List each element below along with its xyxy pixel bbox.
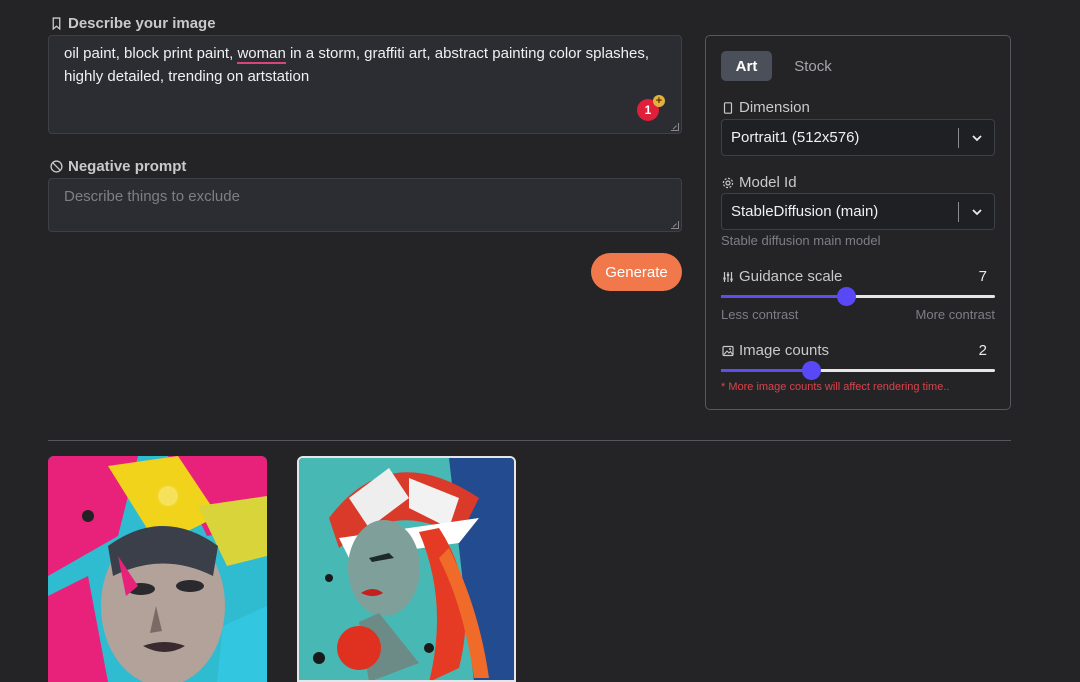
model-select[interactable]: StableDiffusion (main) bbox=[721, 193, 995, 230]
resize-handle[interactable] bbox=[671, 123, 679, 131]
prompt-label: Describe your image bbox=[50, 15, 216, 32]
dimension-label: Dimension bbox=[722, 99, 810, 116]
image-counts-warning: * More image counts will affect renderin… bbox=[721, 381, 950, 393]
image-icon bbox=[722, 345, 734, 356]
image-counts-value: 2 bbox=[978, 342, 987, 359]
model-hint: Stable diffusion main model bbox=[721, 233, 881, 248]
generate-button[interactable]: Generate bbox=[591, 253, 682, 291]
image-counts-slider-thumb[interactable] bbox=[802, 361, 822, 380]
chevron-down-icon[interactable] bbox=[970, 131, 984, 145]
portrait-icon bbox=[723, 101, 733, 114]
select-separator bbox=[958, 128, 959, 148]
dimension-select[interactable]: Portrait1 (512x576) bbox=[721, 119, 995, 156]
prompt-textarea[interactable]: oil paint, block print paint, woman in a… bbox=[48, 35, 682, 134]
guidance-max-label: More contrast bbox=[915, 307, 995, 322]
negative-prompt-textarea[interactable]: Describe things to exclude bbox=[48, 178, 682, 232]
resize-handle[interactable] bbox=[671, 221, 679, 229]
generated-image-2[interactable] bbox=[297, 456, 516, 682]
guidance-slider[interactable] bbox=[721, 287, 995, 306]
chevron-down-icon[interactable] bbox=[970, 205, 984, 219]
guidance-min-label: Less contrast bbox=[721, 307, 799, 322]
image-counts-slider[interactable] bbox=[721, 361, 995, 380]
model-label: Model Id bbox=[722, 174, 797, 191]
image-counts-slider-fill bbox=[721, 369, 812, 372]
guidance-label: Guidance scale bbox=[722, 268, 842, 285]
plus-icon: + bbox=[653, 95, 665, 107]
tab-art[interactable]: Art bbox=[721, 51, 772, 81]
spellcheck-word[interactable]: woman bbox=[237, 45, 286, 64]
sliders-icon bbox=[723, 271, 733, 282]
generated-image-art-1 bbox=[48, 456, 267, 682]
guidance-value: 7 bbox=[978, 268, 987, 285]
guidance-slider-fill bbox=[721, 295, 846, 298]
generated-image-1[interactable] bbox=[48, 456, 267, 682]
ban-icon bbox=[50, 160, 63, 173]
tab-stock[interactable]: Stock bbox=[784, 51, 842, 81]
generated-image-art-2 bbox=[299, 458, 514, 680]
gear-icon bbox=[722, 177, 734, 188]
negative-label: Negative prompt bbox=[50, 158, 186, 175]
select-separator bbox=[958, 202, 959, 222]
guidance-slider-thumb[interactable] bbox=[836, 287, 856, 306]
bookmark-icon bbox=[52, 17, 61, 30]
settings-panel: Art Stock Dimension Portrait1 (512x576) … bbox=[705, 35, 1011, 410]
section-divider bbox=[48, 440, 1011, 441]
image-counts-label: Image counts bbox=[722, 342, 829, 359]
